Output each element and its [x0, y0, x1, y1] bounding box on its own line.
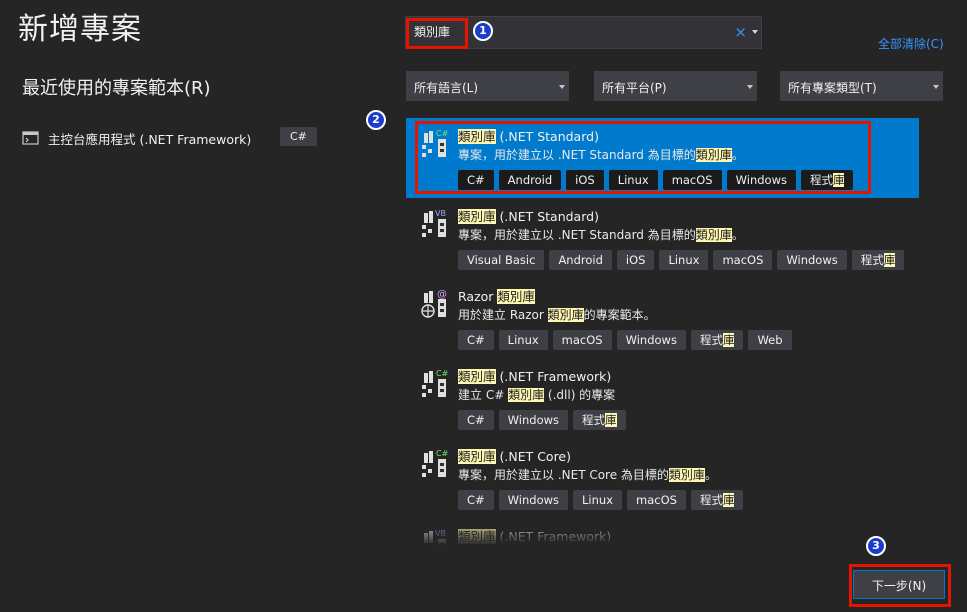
- template-tag: Linux: [498, 330, 548, 350]
- chevron-down-icon: [559, 85, 565, 89]
- template-item[interactable]: VB 類別庫 (.NET Standard) 專案，用於建立以 .NET Stand…: [406, 198, 919, 278]
- template-name-highlight: 類別庫: [458, 369, 496, 384]
- template-description-highlight: 類別庫: [547, 308, 584, 322]
- clear-all-link[interactable]: 全部清除(C): [878, 35, 944, 52]
- template-tag: C#: [458, 490, 494, 510]
- recent-templates-heading: 最近使用的專案範本(R): [22, 78, 211, 99]
- template-description-text: 的專案範本。: [583, 308, 656, 322]
- template-tag: macOS: [713, 250, 773, 270]
- project-type-filter-label: 所有專案類型(T): [788, 81, 877, 95]
- platform-filter-dropdown[interactable]: 所有平台(P): [594, 71, 757, 101]
- template-tags: C# Windows Linux macOS 程式庫: [458, 490, 744, 510]
- template-description-text: 。: [704, 468, 717, 482]
- annotation-step-2: 2: [366, 110, 386, 130]
- csharp-library-icon: C#: [422, 369, 449, 397]
- template-tag-text: 程式: [860, 253, 884, 267]
- project-type-filter-dropdown[interactable]: 所有專案類型(T): [780, 71, 943, 101]
- template-tag-highlight: 庫: [605, 413, 617, 427]
- template-name-highlight: 類別庫: [458, 449, 496, 464]
- template-description-highlight: 類別庫: [508, 388, 545, 402]
- template-tag: Web: [748, 330, 792, 350]
- template-name: 類別庫 (.NET Framework): [458, 366, 611, 385]
- template-tag: 程式庫: [851, 250, 905, 270]
- template-tag: 程式庫: [690, 490, 744, 510]
- template-tags: Visual Basic Android iOS Linux macOS Windows 程…: [458, 250, 905, 270]
- template-name: 類別庫 (.NET Standard): [458, 206, 599, 225]
- template-tag: Visual Basic: [458, 250, 545, 270]
- template-name-suffix: (.NET Standard): [495, 209, 599, 224]
- template-tag: Windows: [498, 410, 569, 430]
- template-description-highlight: 類別庫: [668, 468, 705, 482]
- template-name-prefix: Razor: [458, 289, 498, 304]
- template-description: 專案，用於建立以 .NET Core 為目標的類別庫。: [458, 466, 717, 483]
- svg-text:C#: C#: [436, 449, 449, 458]
- template-tag: C#: [458, 330, 494, 350]
- template-description-text: 。: [731, 228, 744, 242]
- template-item[interactable]: C# 類別庫 (.NET Framework) 建立 C# 類別庫 (.dll) 的…: [406, 358, 919, 438]
- template-tag-text: 程式: [699, 333, 723, 347]
- annotation-box-search: [406, 18, 468, 49]
- template-description: 專案，用於建立以 .NET Standard 為目標的類別庫。: [458, 226, 744, 243]
- template-tag: Linux: [659, 250, 709, 270]
- template-name-highlight: 類別庫: [458, 209, 496, 224]
- template-description: 用於建立 Razor 類別庫的專案範本。: [458, 306, 656, 323]
- razor-library-icon: @: [421, 289, 447, 318]
- template-description: 建立 C# 類別庫 (.dll) 的專案: [458, 386, 615, 403]
- template-name: Razor 類別庫: [458, 286, 535, 305]
- svg-text:@: @: [437, 289, 447, 300]
- template-description-text: 專案，用於建立以 .NET Standard 為目標的: [458, 228, 696, 242]
- template-item[interactable]: @ Razor 類別庫 用於建立 Razor 類別庫的專案範本。 C# Linux mac…: [406, 278, 919, 358]
- template-tag: Windows: [616, 330, 686, 350]
- next-button-label: 下一步(N): [871, 579, 927, 593]
- template-tag-highlight: 庫: [722, 333, 735, 347]
- template-tag: Windows: [498, 490, 569, 510]
- recent-template-lang-tag: C#: [280, 127, 317, 146]
- template-description-text: (.dll) 的專案: [544, 388, 616, 402]
- template-tag: macOS: [552, 330, 612, 350]
- console-app-icon: [22, 131, 39, 145]
- language-filter-label: 所有語言(L): [414, 81, 479, 95]
- clear-search-icon[interactable]: ×: [734, 23, 747, 41]
- template-name-suffix: (.NET Core): [495, 449, 572, 464]
- chevron-down-icon: [747, 85, 753, 89]
- csharp-library-icon: C#: [422, 449, 449, 477]
- recent-template-item[interactable]: 主控台應用程式 (.NET Framework) C#: [22, 126, 317, 150]
- template-name: 類別庫 (.NET Core): [458, 446, 571, 465]
- template-name-suffix: (.NET Framework): [495, 369, 612, 384]
- template-tag: Linux: [573, 490, 623, 510]
- next-button[interactable]: 下一步(N): [853, 570, 945, 599]
- recent-template-label: 主控台應用程式 (.NET Framework): [48, 131, 252, 147]
- template-tag-text: 程式: [582, 413, 606, 427]
- annotation-box-template: [415, 121, 871, 194]
- search-history-dropdown-icon[interactable]: [752, 30, 758, 34]
- template-tag: Android: [549, 250, 612, 270]
- template-item[interactable]: C# 類別庫 (.NET Core) 專案，用於建立以 .NET Core 為目標的…: [406, 438, 919, 518]
- template-description-text: 建立 C#: [458, 388, 509, 402]
- template-tags: C# Windows 程式庫: [458, 410, 626, 430]
- list-scroll-fade: [406, 518, 919, 552]
- template-description-highlight: 類別庫: [695, 228, 732, 242]
- template-tag-highlight: 庫: [883, 253, 896, 267]
- template-tag: iOS: [616, 250, 655, 270]
- template-tag: macOS: [627, 490, 686, 510]
- svg-text:VB: VB: [435, 209, 446, 218]
- template-tag-text: 程式: [699, 493, 723, 507]
- template-description-text: 專案，用於建立以 .NET Core 為目標的: [458, 468, 669, 482]
- platform-filter-label: 所有平台(P): [602, 81, 667, 95]
- vb-library-icon: VB: [422, 209, 446, 237]
- template-name-highlight: 類別庫: [497, 289, 535, 304]
- annotation-step-1: 1: [473, 21, 493, 41]
- template-tags: C# Linux macOS Windows 程式庫 Web: [458, 330, 792, 350]
- template-tag: 程式庫: [573, 410, 626, 430]
- template-tag-highlight: 庫: [722, 493, 735, 507]
- annotation-step-3: 3: [866, 536, 886, 556]
- template-description-text: 用於建立 Razor: [458, 308, 548, 322]
- chevron-down-icon: [933, 85, 939, 89]
- svg-text:C#: C#: [436, 369, 449, 378]
- template-tag: 程式庫: [690, 330, 744, 350]
- language-filter-dropdown[interactable]: 所有語言(L): [406, 71, 569, 101]
- template-tag: Windows: [777, 250, 847, 270]
- page-title: 新增專案: [18, 12, 142, 47]
- template-tag: C#: [458, 410, 494, 430]
